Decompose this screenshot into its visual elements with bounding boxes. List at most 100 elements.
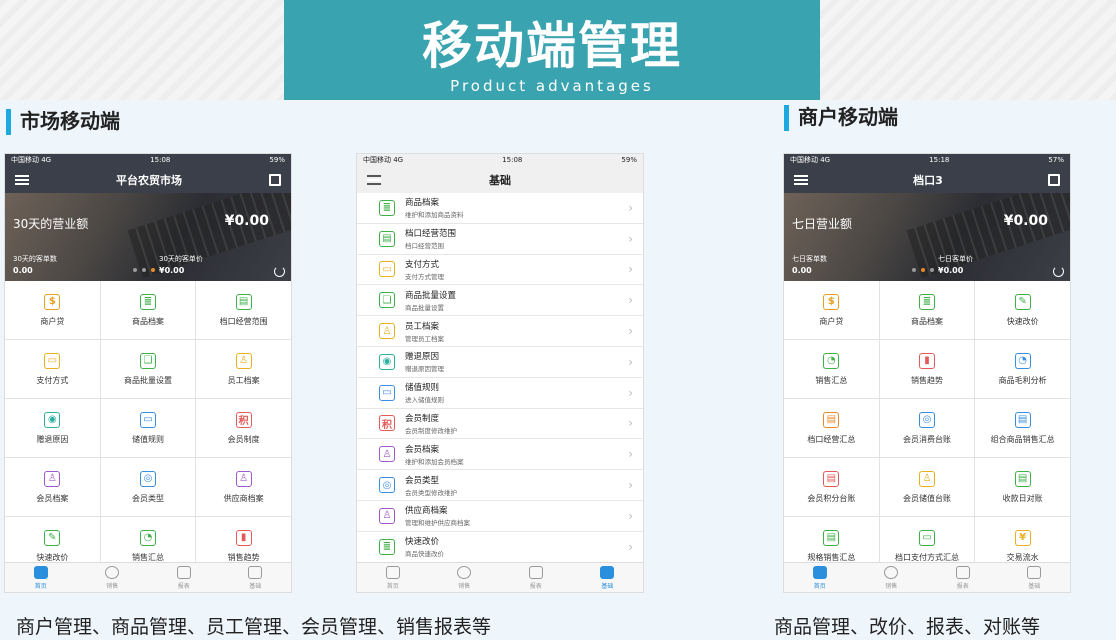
list-item[interactable]: ❏ 商品批量设置 商品批量设置 › — [357, 285, 643, 317]
order-count-value: 0.00 — [792, 266, 812, 275]
home-icon — [812, 565, 827, 579]
list-item[interactable]: ▭ 储值规则 进入储值规则 › — [357, 378, 643, 409]
nav-title: 平台农贸市场 — [116, 173, 182, 187]
basic-icon — [248, 565, 263, 579]
grid-item-label: 商品档案 — [131, 316, 164, 326]
tab-label: 销售 — [885, 582, 898, 590]
goods-file-icon: ≣ — [918, 293, 935, 310]
battery-label: 59% — [269, 156, 285, 164]
clock-label: 15:18 — [929, 156, 950, 164]
grid-item[interactable]: ▮ 销售趋势 — [879, 340, 975, 398]
menu-icon[interactable] — [794, 174, 808, 185]
grid-item[interactable]: 积会员制度 — [196, 399, 291, 457]
grid-item[interactable]: ◔ 商品毛利分析 — [975, 340, 1070, 398]
sales-trend-icon: ▮ — [918, 352, 935, 369]
list-item-desc: 赠退原因管理 — [405, 365, 444, 374]
spec-sales-icon: ▤ — [823, 529, 840, 546]
order-avg-label: 30天的客单价 — [159, 255, 203, 263]
grid-item[interactable]: ≣ 商品档案 — [879, 281, 975, 339]
grid-item[interactable]: ▤ 收款日对账 — [975, 458, 1070, 516]
grid-item-label: 组合商品销售汇总 — [990, 434, 1055, 444]
list-item-desc: 进入储值规则 — [405, 396, 444, 405]
batch-icon: ❏ — [139, 352, 156, 369]
tab-label: 基础 — [249, 582, 262, 590]
grid-item[interactable]: ♙ 员工档案 — [196, 340, 291, 398]
list-item[interactable]: ≣ 商品档案 维护和添加商品资料 › — [357, 193, 643, 224]
basic-icon — [600, 565, 615, 579]
grid-item-label: 收款日对账 — [1002, 493, 1043, 503]
grid-item[interactable]: ▭ 支付方式 — [5, 340, 100, 398]
tab-sales[interactable]: 销售 — [429, 563, 501, 592]
list-item-text: 会员制度 会员制度修改维护 — [405, 412, 628, 435]
refresh-icon[interactable] — [1053, 266, 1064, 277]
caption-market: 商户管理、商品管理、员工管理、会员管理、销售报表等 — [16, 616, 492, 638]
scan-icon[interactable] — [1048, 173, 1060, 186]
nav-bar: 平台农贸市场 — [5, 166, 291, 193]
list-item[interactable]: ◎ 会员类型 会员类型修改维护 › — [357, 470, 643, 501]
list-item[interactable]: ▭ 支付方式 支付方式管理 › — [357, 255, 643, 286]
grid-item-label: 档口经营范围 — [219, 316, 268, 326]
stored-value-icon: ▭ — [379, 384, 395, 401]
tab-sales[interactable]: 销售 — [856, 563, 928, 592]
grid-item[interactable]: $ 商户贷 — [784, 281, 879, 339]
grid-item-label: 快速改价 — [1006, 316, 1039, 326]
tab-basic[interactable]: 基础 — [572, 563, 644, 592]
carousel-dots[interactable] — [912, 268, 934, 272]
tab-home[interactable]: 首页 — [357, 563, 429, 592]
grid-item[interactable]: $ 商户贷 — [5, 281, 100, 339]
grid-item[interactable]: ▤ 组合商品销售汇总 — [975, 399, 1070, 457]
tab-home[interactable]: 首页 — [5, 563, 77, 592]
grid-item[interactable]: ▤ 档口经营汇总 — [784, 399, 879, 457]
tab-report[interactable]: 报表 — [500, 563, 572, 592]
grid-item[interactable]: ♙ 会员档案 — [5, 458, 100, 516]
scan-icon[interactable] — [269, 173, 281, 186]
list-item[interactable]: ≣ 快速改价 商品快速改价 › — [357, 532, 643, 563]
home-icon — [33, 565, 48, 579]
list-item-text: 档口经营范围 档口经营范围 — [405, 227, 628, 250]
tab-label: 报表 — [529, 582, 542, 590]
grid-item[interactable]: ◔ 销售汇总 — [784, 340, 879, 398]
quick-price-icon: ≣ — [379, 538, 395, 555]
tab-bar: 首页 销售 报表 基础 — [5, 562, 291, 592]
supplier-icon: ♙ — [235, 470, 252, 487]
sales-summary-icon: ◔ — [139, 529, 156, 546]
tab-report[interactable]: 报表 — [927, 563, 999, 592]
order-avg-value: ¥0.00 — [159, 266, 185, 275]
list-item-name: 赠退原因 — [405, 352, 440, 363]
list-item[interactable]: ♙ 会员档案 维护和添加会员档案 › — [357, 439, 643, 471]
list-item[interactable]: 积会员制度 会员制度修改维护 › — [357, 409, 643, 440]
grid-item[interactable]: ❏ 商品批量设置 — [100, 340, 196, 398]
title-banner: 移动端管理 Product advantages — [284, 0, 820, 100]
grid-item[interactable]: ◉ 赠退原因 — [5, 399, 100, 457]
list-item-name: 商品档案 — [405, 198, 440, 209]
tab-label: 基础 — [1028, 582, 1041, 590]
menu-icon[interactable] — [367, 174, 381, 185]
grid-item[interactable]: ◎ 会员消费台账 — [879, 399, 975, 457]
grid-item[interactable]: ✎ 快速改价 — [975, 281, 1070, 339]
grid-item[interactable]: ◎ 会员类型 — [100, 458, 196, 516]
grid-item[interactable]: ▤ 档口经营范围 — [196, 281, 291, 339]
grid-item[interactable]: ♙ 供应商档案 — [196, 458, 291, 516]
list-item-name: 员工档案 — [405, 321, 440, 332]
grid-item[interactable]: ▤ 会员积分台账 — [784, 458, 879, 516]
tab-basic[interactable]: 基础 — [220, 563, 292, 592]
menu-icon[interactable] — [15, 174, 29, 185]
tab-basic[interactable]: 基础 — [999, 563, 1071, 592]
nav-bar: 基础 — [357, 166, 643, 193]
carousel-dots[interactable] — [133, 268, 155, 272]
tab-home[interactable]: 首页 — [784, 563, 856, 592]
grid-item-label: 销售汇总 — [131, 552, 164, 562]
tab-label: 首页 — [386, 582, 399, 590]
list-item[interactable]: ▤ 档口经营范围 档口经营范围 › — [357, 224, 643, 255]
tab-sales[interactable]: 销售 — [77, 563, 149, 592]
grid-item[interactable]: ≣ 商品档案 — [100, 281, 196, 339]
list-item[interactable]: ◉ 赠退原因 赠退原因管理 › — [357, 347, 643, 378]
grid-item-label: 销售趋势 — [910, 375, 943, 385]
grid-item-label: 会员类型 — [131, 493, 164, 503]
list-item[interactable]: ♙ 员工档案 管理员工档案 › — [357, 316, 643, 347]
grid-item[interactable]: ♙ 会员储值台账 — [879, 458, 975, 516]
tab-report[interactable]: 报表 — [148, 563, 220, 592]
grid-item[interactable]: ▭ 储值规则 — [100, 399, 196, 457]
list-item[interactable]: ♙ 供应商档案 管理和维护供应商档案 › — [357, 501, 643, 532]
refresh-icon[interactable] — [274, 266, 285, 277]
